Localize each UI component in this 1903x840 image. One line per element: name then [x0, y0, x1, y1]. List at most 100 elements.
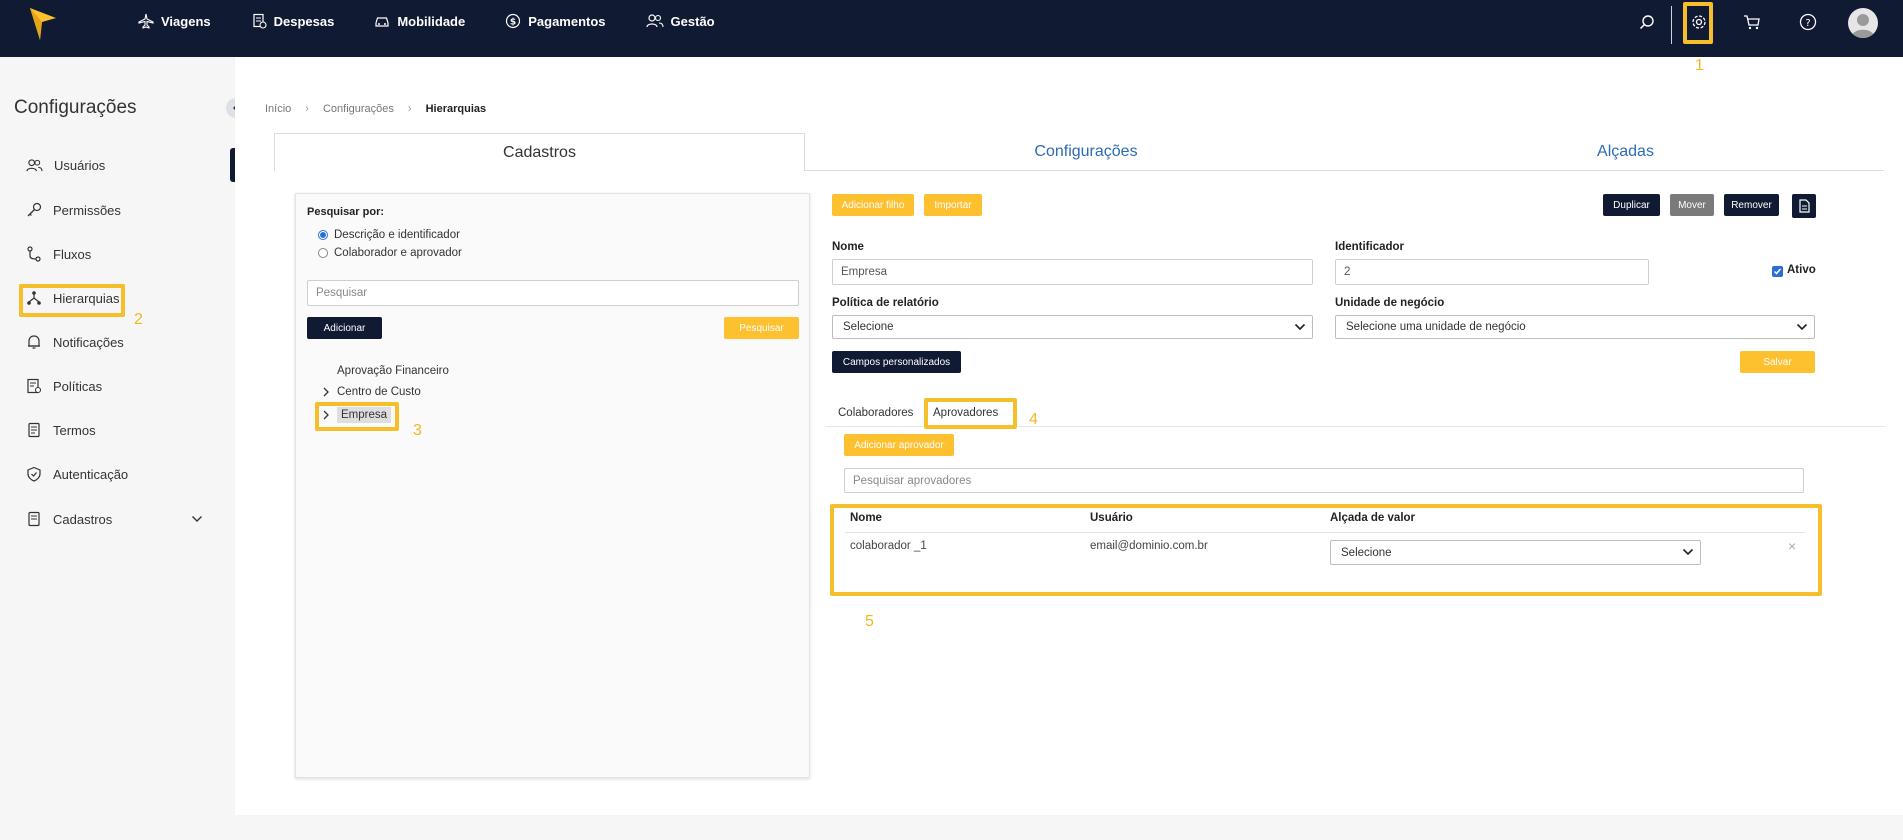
import-button[interactable]: Importar: [924, 194, 982, 216]
brand-logo[interactable]: [28, 6, 58, 45]
nav-label: Gestão: [670, 13, 715, 29]
folder-icon: [28, 511, 40, 527]
button-label: Remover: [1731, 199, 1772, 211]
policy-icon: [27, 378, 42, 394]
tree-item-aprovacao-financeiro[interactable]: Aprovação Financeiro: [337, 365, 449, 377]
highlight-box-5: [830, 504, 1822, 596]
nav-label: Despesas: [273, 13, 335, 29]
nav-mobilidade[interactable]: Mobilidade: [374, 13, 465, 29]
cart-icon[interactable]: [1741, 11, 1763, 33]
users-icon: [26, 158, 43, 171]
export-document-button[interactable]: [1792, 194, 1816, 218]
approver-search-input[interactable]: Pesquisar aprovadores: [844, 468, 1804, 493]
nav-despesas[interactable]: Despesas: [251, 13, 335, 29]
button-label: Pesquisar: [739, 322, 784, 334]
sidebar-title: Configurações: [14, 97, 137, 118]
sidebar-item-label: Cadastros: [53, 511, 113, 527]
nav-gestao[interactable]: Gestão: [645, 13, 715, 29]
sidebar-item-permissoes[interactable]: Permissões: [26, 200, 121, 220]
custom-fields-button[interactable]: Campos personalizados: [832, 351, 961, 373]
breadcrumb-separator: ›: [407, 103, 412, 115]
tree-label: Aprovação Financeiro: [337, 365, 449, 377]
tab-configuracoes[interactable]: Configurações: [805, 133, 1367, 171]
nav-pagamentos[interactable]: $ Pagamentos: [505, 13, 606, 29]
subtab-colaboradores[interactable]: Colaboradores: [838, 407, 913, 419]
save-button[interactable]: Salvar: [1740, 351, 1815, 373]
sidebar-item-usuarios[interactable]: Usuários: [26, 155, 105, 175]
duplicate-button[interactable]: Duplicar: [1603, 194, 1660, 216]
active-checkbox[interactable]: [1772, 266, 1783, 277]
chevron-right-icon: [323, 387, 329, 397]
chevron-down-icon: [192, 516, 202, 522]
breadcrumb-inicio[interactable]: Início: [265, 103, 291, 115]
sidebar-item-politicas[interactable]: Políticas: [26, 376, 102, 396]
remove-button[interactable]: Remover: [1724, 194, 1779, 216]
chevron-down-icon: [1796, 323, 1808, 331]
radio-label: Colaborador e aprovador: [334, 247, 462, 259]
tab-cadastros[interactable]: Cadastros: [274, 133, 805, 171]
search-input[interactable]: Pesquisar: [307, 280, 799, 306]
add-approver-button[interactable]: Adicionar aprovador: [844, 434, 954, 456]
help-icon[interactable]: ?: [1797, 11, 1819, 33]
airplane-icon: [138, 13, 154, 29]
radio-description-identifier[interactable]: Descrição e identificador: [318, 229, 460, 241]
subtab-label: Colaboradores: [838, 407, 914, 419]
tab-divider: [805, 170, 1884, 171]
search-placeholder: Pesquisar: [316, 287, 368, 299]
highlight-box-1: [1683, 2, 1713, 44]
name-field[interactable]: Empresa: [832, 259, 1313, 285]
dollar-icon: $: [506, 13, 521, 29]
identifier-field[interactable]: 2: [1335, 259, 1649, 285]
name-label: Nome: [832, 241, 864, 253]
search-by-label: Pesquisar por:: [307, 206, 385, 218]
search-button[interactable]: Pesquisar: [724, 317, 799, 339]
bell-icon: [28, 335, 40, 349]
highlight-box-4: [924, 398, 1017, 429]
move-button[interactable]: Mover: [1670, 194, 1714, 216]
button-label: Adicionar: [323, 322, 366, 334]
sidebar-item-cadastros[interactable]: Cadastros: [26, 509, 206, 529]
chevron-down-icon: [1294, 323, 1306, 331]
search-icon[interactable]: [1636, 11, 1658, 33]
flow-icon: [27, 246, 41, 262]
radio-collaborator-approver[interactable]: Colaborador e aprovador: [318, 247, 462, 259]
sidebar-item-label: Políticas: [53, 378, 103, 394]
tab-label: Configurações: [1034, 143, 1138, 160]
annotation-number-4: 4: [1029, 411, 1038, 428]
business-unit-label: Unidade de negócio: [1335, 297, 1445, 309]
report-policy-select[interactable]: Selecione: [832, 315, 1313, 339]
key-icon: [27, 202, 42, 217]
sidebar-item-notificacoes[interactable]: Notificações: [26, 332, 124, 352]
tab-alcadas[interactable]: Alçadas: [1367, 133, 1884, 171]
tree-item-centro-de-custo[interactable]: Centro de Custo: [321, 386, 421, 398]
sidebar-item-label: Termos: [53, 422, 96, 438]
sidebar-item-autenticacao[interactable]: Autenticação: [26, 464, 128, 484]
annotation-number-2: 2: [134, 311, 143, 328]
annotation-number-1: 1: [1695, 57, 1704, 74]
button-label: Adicionar aprovador: [854, 439, 944, 451]
car-icon: [375, 17, 389, 27]
sidebar-item-label: Permissões: [53, 202, 121, 218]
identifier-label: Identificador: [1335, 241, 1405, 253]
select-value: Selecione: [843, 321, 894, 333]
add-button[interactable]: Adicionar: [307, 317, 382, 339]
nav-viagens[interactable]: Viagens: [138, 13, 211, 29]
breadcrumb-configuracoes[interactable]: Configurações: [323, 103, 394, 115]
sidebar-item-fluxos[interactable]: Fluxos: [26, 244, 91, 264]
button-label: Duplicar: [1613, 199, 1650, 211]
shield-icon: [27, 466, 41, 482]
annotation-number-3: 3: [413, 422, 422, 439]
highlight-box-3: [315, 402, 399, 431]
radio-label: Descrição e identificador: [334, 229, 460, 241]
sidebar-item-label: Usuários: [54, 157, 106, 173]
document-icon: [28, 422, 40, 438]
radio-selected-icon: [318, 230, 328, 240]
business-unit-select[interactable]: Selecione uma unidade de negócio: [1335, 315, 1815, 339]
sidebar-item-label: Notificações: [53, 334, 124, 350]
annotation-number-5: 5: [865, 613, 874, 630]
add-child-button[interactable]: Adicionar filho: [832, 194, 914, 216]
breadcrumb-current: Hierarquias: [425, 103, 487, 115]
sidebar-item-termos[interactable]: Termos: [26, 420, 96, 440]
report-policy-label: Política de relatório: [832, 297, 939, 309]
main-nav: Viagens Despesas Mobilidade $ Pagamentos…: [138, 0, 755, 42]
